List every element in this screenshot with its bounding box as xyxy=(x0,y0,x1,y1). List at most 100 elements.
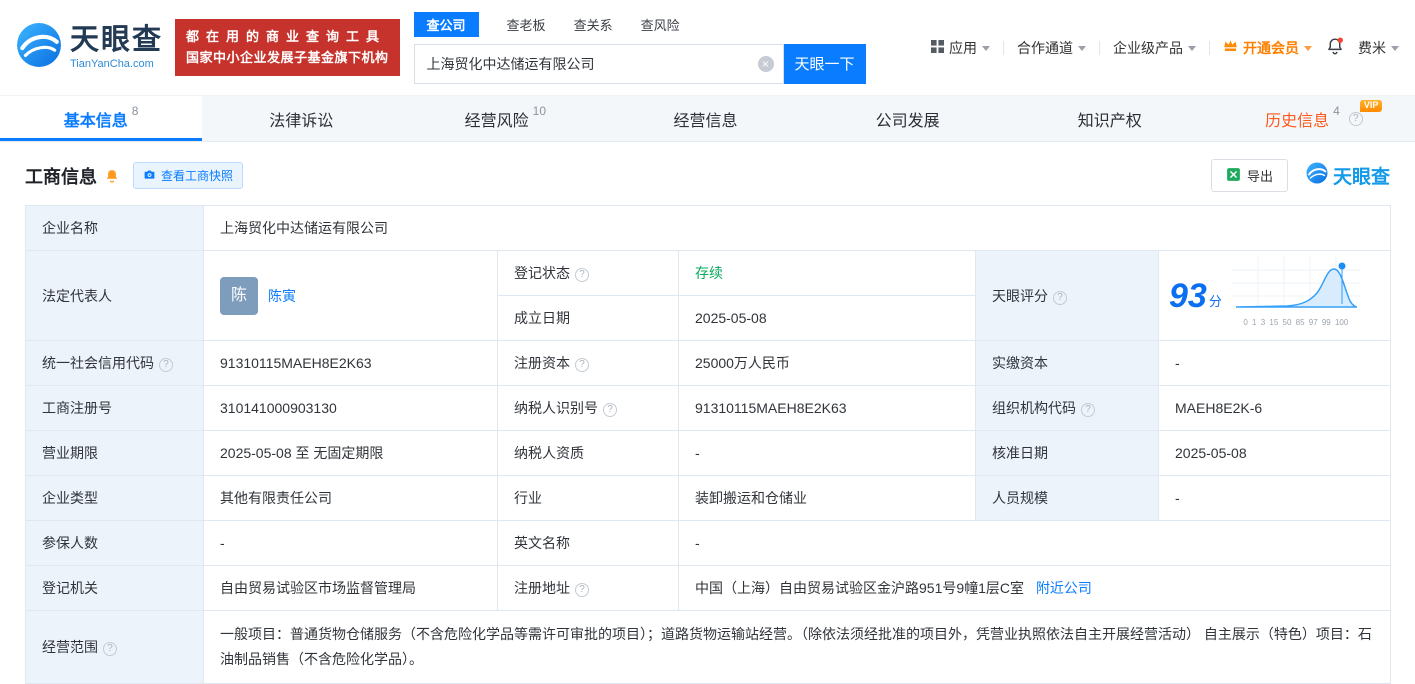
export-button-label: 导出 xyxy=(1246,169,1273,184)
company-tabbar: 基本信息 8 法律诉讼 经营风险 10 经营信息 公司发展 知识产权 历史信息 … xyxy=(0,95,1415,142)
reg-capital-value: 25000万人民币 xyxy=(678,340,976,386)
logo-brand: 天眼查 xyxy=(70,24,164,57)
caret-down-icon xyxy=(1078,46,1086,51)
search-tab-boss[interactable]: 查老板 xyxy=(507,15,546,34)
help-icon[interactable] xyxy=(1081,403,1095,417)
help-icon[interactable] xyxy=(159,358,173,372)
nav-partners[interactable]: 合作通道 xyxy=(1017,38,1086,58)
field-label: 法定代表人 xyxy=(42,287,112,304)
search-area: 查公司 查老板 查关系 查风险 天眼一下 xyxy=(413,11,866,84)
tab-legal-litigation[interactable]: 法律诉讼 xyxy=(202,96,404,141)
legal-rep-name-link[interactable]: 陈寅 xyxy=(268,285,296,307)
table-row: 经营范围 一般项目：普通货物仓储服务（不含危险化学品等需许可审批的项目）；道路货… xyxy=(25,610,1392,684)
field-value: 310141000903130 xyxy=(220,400,337,416)
section-tools: 导出 天眼查 xyxy=(1210,159,1390,192)
divider xyxy=(1099,40,1100,55)
field-label: 英文名称 xyxy=(514,535,570,551)
field-label: 营业期限 xyxy=(42,445,98,461)
field-label: 企业名称 xyxy=(42,220,98,236)
snapshot-button[interactable]: 查看工商快照 xyxy=(133,162,244,189)
business-scope-value: 一般项目：普通货物仓储服务（不含危险化学品等需许可审批的项目）；道路货物运输站经… xyxy=(202,610,1392,684)
taxpayer-id-value: 91310115MAEH8E2K63 xyxy=(678,385,976,431)
promo-banner-line1: 都在用的商业查询工具 xyxy=(186,28,387,44)
tab-operation-info[interactable]: 经营信息 xyxy=(606,96,808,141)
search-button[interactable]: 天眼一下 xyxy=(783,43,866,84)
grid-icon xyxy=(931,39,944,56)
field-value: 上海贸化中达储运有限公司 xyxy=(220,220,388,236)
export-button[interactable]: 导出 xyxy=(1210,159,1288,192)
field-label: 实缴资本 xyxy=(992,355,1048,371)
clear-icon[interactable] xyxy=(757,55,774,72)
status-badge: 存续 xyxy=(695,265,723,281)
table-row: 参保人数 - 英文名称 - xyxy=(25,520,1392,566)
section-title: 工商信息 xyxy=(25,166,97,187)
tab-company-development[interactable]: 公司发展 xyxy=(809,96,1011,141)
legal-rep-label: 法定代表人 xyxy=(25,250,204,341)
reg-number-value: 310141000903130 xyxy=(203,385,498,431)
reg-address-label: 注册地址 xyxy=(497,565,679,611)
help-icon[interactable] xyxy=(1053,290,1067,305)
industry-label: 行业 xyxy=(497,475,679,521)
tab-history-info[interactable]: 历史信息 4 VIP xyxy=(1213,96,1415,141)
company-name-value: 上海贸化中达储运有限公司 xyxy=(202,205,1392,251)
nav-apps[interactable]: 应用 xyxy=(931,38,990,58)
nav-open-vip[interactable]: 开通会员 xyxy=(1223,38,1312,58)
search-input[interactable] xyxy=(413,43,784,84)
nav-apps-label: 应用 xyxy=(949,39,977,56)
nav-enterprise[interactable]: 企业级产品 xyxy=(1113,38,1196,58)
field-label: 人员规模 xyxy=(992,490,1048,506)
nav-user[interactable]: 费米 xyxy=(1358,38,1399,58)
app-logo[interactable]: 天眼查 TianYanCha.com xyxy=(16,22,163,73)
divider xyxy=(1003,40,1004,55)
field-label: 经营范围 xyxy=(42,639,98,655)
tab-basic-info[interactable]: 基本信息 8 xyxy=(0,96,203,141)
reg-status-label: 登记状态 xyxy=(497,250,679,296)
credit-code-value: 91310115MAEH8E2K63 xyxy=(203,340,498,386)
field-value: 一般项目：普通货物仓储服务（不含危险化学品等需许可审批的项目）；道路货物运输站经… xyxy=(220,626,1372,667)
tab-operation-risk[interactable]: 经营风险 10 xyxy=(404,96,606,141)
tab-count: 4 xyxy=(1333,104,1340,118)
credit-code-label: 统一社会信用代码 xyxy=(25,340,204,386)
help-icon[interactable] xyxy=(603,403,617,417)
field-value: 2025-05-08 至 无固定期限 xyxy=(220,445,384,461)
approve-date-label: 核准日期 xyxy=(975,430,1159,476)
tab-label: 公司发展 xyxy=(875,112,940,130)
field-value: - xyxy=(695,535,700,551)
promo-banner-line2: 国家中小企业发展子基金旗下机构 xyxy=(186,49,389,65)
promo-banner: 都在用的商业查询工具 国家中小企业发展子基金旗下机构 xyxy=(175,18,400,77)
alert-bell-icon[interactable] xyxy=(104,168,120,184)
score-unit: 分 xyxy=(1208,293,1222,309)
field-value: 25000万人民币 xyxy=(695,355,790,371)
field-label: 统一社会信用代码 xyxy=(42,355,154,371)
section-head: 工商信息 查看工商快照 导出 天眼查 xyxy=(0,142,1415,203)
field-value: 其他有限责任公司 xyxy=(220,490,332,506)
nearby-companies-link[interactable]: 附近公司 xyxy=(1036,580,1092,596)
help-icon[interactable] xyxy=(103,642,117,656)
search-tab-risk[interactable]: 查风险 xyxy=(641,15,680,34)
insured-count-value: - xyxy=(203,520,498,566)
help-icon[interactable] xyxy=(1348,111,1363,126)
caret-down-icon xyxy=(982,46,990,51)
company-type-value: 其他有限责任公司 xyxy=(203,475,498,521)
field-label: 纳税人识别号 xyxy=(514,400,598,416)
field-label: 工商注册号 xyxy=(42,400,112,416)
field-label: 登记状态 xyxy=(514,265,570,281)
field-value: 91310115MAEH8E2K63 xyxy=(695,400,847,416)
search-tab-company[interactable]: 查公司 xyxy=(413,11,479,37)
field-value: - xyxy=(1175,355,1180,371)
help-icon[interactable] xyxy=(575,268,589,282)
notification-bell[interactable] xyxy=(1325,36,1345,59)
help-icon[interactable] xyxy=(575,358,589,372)
reg-authority-value: 自由贸易试验区市场监督管理局 xyxy=(203,565,498,611)
score-axis-labels: 0 1 3 15 50 85 97 99 100 xyxy=(1243,318,1349,327)
legal-rep-avatar[interactable]: 陈 xyxy=(220,276,258,315)
search-tab-relation[interactable]: 查关系 xyxy=(574,15,613,34)
field-label: 登记机关 xyxy=(42,580,98,596)
help-icon[interactable] xyxy=(575,583,589,597)
company-name-label: 企业名称 xyxy=(25,205,204,251)
tab-intellectual-property[interactable]: 知识产权 xyxy=(1011,96,1213,141)
tab-label: 经营风险 xyxy=(464,112,529,130)
paid-capital-value: - xyxy=(1157,340,1392,386)
tab-label: 历史信息 xyxy=(1265,112,1330,130)
business-term-value: 2025-05-08 至 无固定期限 xyxy=(203,430,498,476)
